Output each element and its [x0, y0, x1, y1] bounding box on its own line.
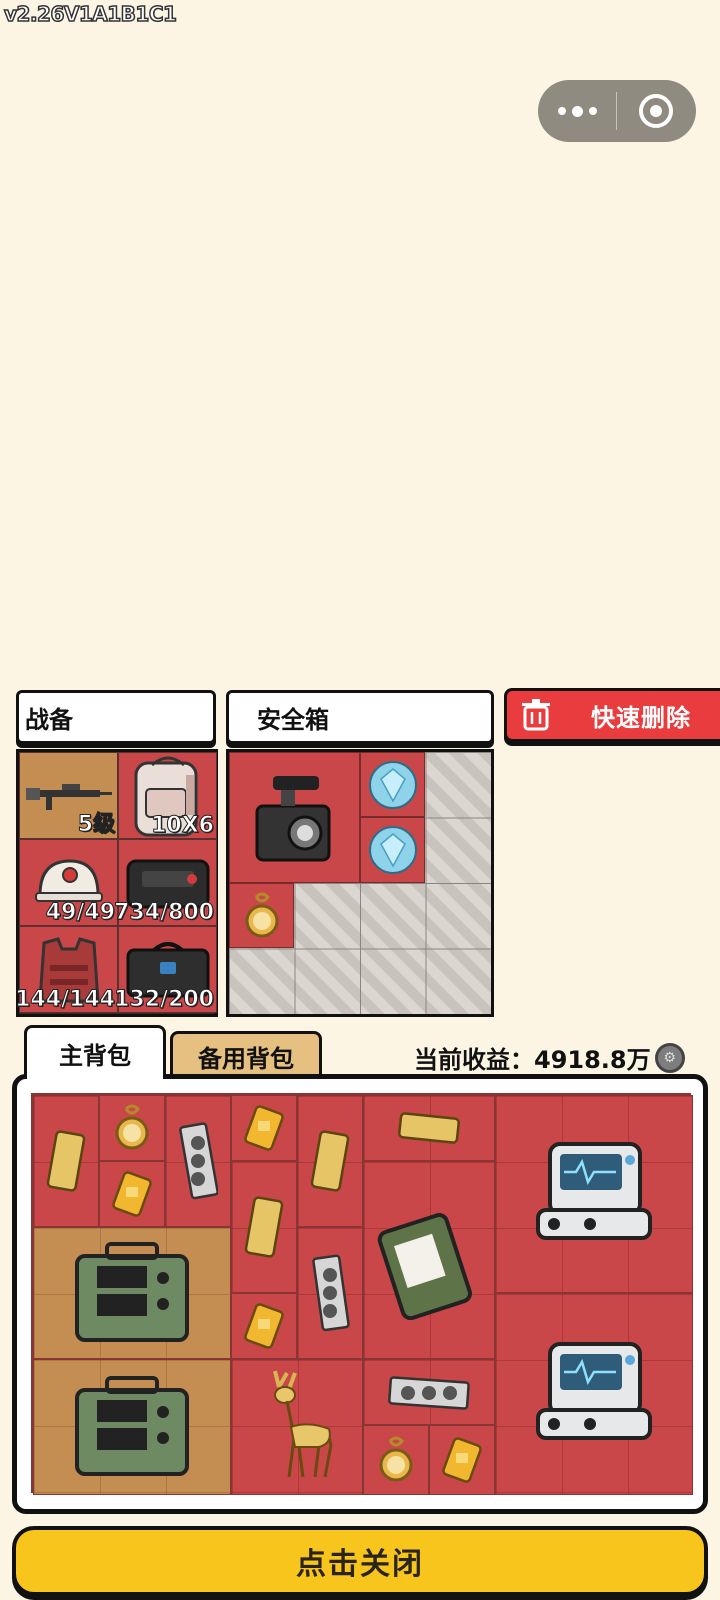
- camera-icon: [255, 775, 330, 861]
- secure-case-capacity: 132/200: [114, 987, 215, 1013]
- backpack-item-gold-card[interactable]: [429, 1425, 495, 1495]
- quick-delete-button[interactable]: 快速删除: [504, 688, 720, 742]
- backpack-grid: [31, 1093, 693, 1495]
- backpack-item-pocket-watch[interactable]: [99, 1095, 165, 1161]
- safe-box-title-box: 安全箱: [226, 690, 494, 744]
- backpack-item-medical-monitor[interactable]: [495, 1293, 693, 1495]
- backpack-item-graphics-card[interactable]: [165, 1095, 231, 1227]
- safe-box-panel: [226, 749, 494, 1017]
- backpack-item-gold-card[interactable]: [99, 1161, 165, 1227]
- gold-ingot-icon: [398, 1112, 460, 1144]
- gold-bar-icon: [310, 1130, 350, 1192]
- safe-item-camera[interactable]: [229, 752, 360, 883]
- armor-durability: 144/144: [15, 987, 116, 1013]
- gold-card-icon: [442, 1437, 482, 1483]
- trash-icon: [521, 698, 551, 732]
- backpack-item-pocket-watch[interactable]: [363, 1425, 429, 1495]
- tab-main-bag-label: 主背包: [59, 1042, 131, 1070]
- pocket-watch-icon: [245, 892, 278, 937]
- military-laptop-icon: [377, 1213, 472, 1320]
- safe-item-diamond[interactable]: [360, 817, 425, 883]
- helmet-durability: 49/49: [45, 900, 115, 926]
- loadout-slot-helmet[interactable]: 49/49: [19, 839, 118, 926]
- loadout-title-box: 战备: [16, 690, 216, 744]
- backpack-size: 10X6: [151, 813, 215, 839]
- mini-program-capsule: [538, 80, 696, 142]
- gold-bar-icon: [46, 1130, 86, 1192]
- golden-deer-icon: [273, 1370, 333, 1478]
- backpack-item-golden-deer[interactable]: [231, 1359, 363, 1495]
- backpack-item-field-radio[interactable]: [33, 1227, 231, 1359]
- field-radio-icon: [75, 1376, 189, 1476]
- medical-monitor-icon: [536, 1142, 652, 1240]
- safe-item-pocket-watch[interactable]: [229, 883, 294, 948]
- main-backpack-panel: [12, 1074, 708, 1514]
- safe-item-diamond[interactable]: [360, 752, 425, 817]
- pocket-watch-icon: [115, 1104, 149, 1150]
- rifle-level: 5级: [77, 812, 115, 838]
- backpack-item-medical-monitor[interactable]: [495, 1095, 693, 1293]
- loadout-title: 战备: [25, 705, 73, 734]
- earnings-display: 当前收益： 4918.8万 ⚙: [414, 1040, 685, 1075]
- tab-spare-bag[interactable]: 备用背包: [170, 1031, 322, 1079]
- backpack-item-graphics-card[interactable]: [297, 1227, 363, 1359]
- loadout-slot-chest-rig[interactable]: 734/800: [114, 839, 217, 926]
- graphics-card-icon: [179, 1122, 218, 1200]
- loadout-slot-armor[interactable]: 144/144: [15, 926, 118, 1013]
- graphics-card-icon: [388, 1376, 470, 1410]
- more-dots-icon[interactable]: [538, 80, 616, 142]
- diamond-icon: [368, 826, 417, 874]
- backpack-item-gold-ingot[interactable]: [363, 1095, 495, 1161]
- gold-card-icon: [112, 1171, 152, 1217]
- gold-card-icon: [244, 1105, 284, 1151]
- quick-delete-label: 快速删除: [591, 703, 691, 732]
- earnings-value: 4918.8万: [534, 1046, 651, 1074]
- tab-spare-bag-label: 备用背包: [198, 1045, 294, 1073]
- gold-bar-icon: [244, 1196, 284, 1258]
- backpack-item-gold-bar[interactable]: [231, 1161, 297, 1293]
- loadout-slot-rifle[interactable]: 5级: [19, 752, 118, 839]
- backpack-item-graphics-card[interactable]: [363, 1359, 495, 1425]
- gold-card-icon: [244, 1303, 284, 1349]
- pocket-watch-icon: [379, 1436, 413, 1482]
- backpack-item-military-laptop[interactable]: [363, 1161, 495, 1359]
- graphics-card-icon: [312, 1254, 350, 1332]
- target-circle-icon[interactable]: [617, 80, 695, 142]
- coin-icon: ⚙: [654, 1042, 685, 1073]
- field-radio-icon: [75, 1242, 189, 1342]
- earnings-label: 当前收益：: [414, 1046, 534, 1074]
- backpack-item-gold-card[interactable]: [231, 1095, 297, 1161]
- diamond-icon: [368, 760, 417, 809]
- safe-box-title: 安全箱: [257, 705, 329, 734]
- tab-main-bag[interactable]: 主背包: [24, 1025, 166, 1079]
- backpack-item-gold-bar[interactable]: [297, 1095, 363, 1227]
- backpack-item-gold-card[interactable]: [231, 1293, 297, 1359]
- chest-rig-durability: 734/800: [114, 900, 215, 926]
- loadout-slot-backpack[interactable]: 10X6: [118, 752, 217, 839]
- version-label: v2.26V1A1B1C1: [3, 1, 177, 27]
- close-button[interactable]: 点击关闭: [12, 1526, 708, 1596]
- close-button-label: 点击关闭: [296, 1547, 424, 1582]
- loadout-slot-secure-case[interactable]: 132/200: [114, 926, 217, 1013]
- backpack-item-gold-bar[interactable]: [33, 1095, 99, 1227]
- medical-monitor-icon: [536, 1342, 652, 1440]
- loadout-panel: 5级 10X6 49/49 734/800 144/144 132/200: [15, 749, 218, 1017]
- backpack-item-field-radio[interactable]: [33, 1359, 231, 1495]
